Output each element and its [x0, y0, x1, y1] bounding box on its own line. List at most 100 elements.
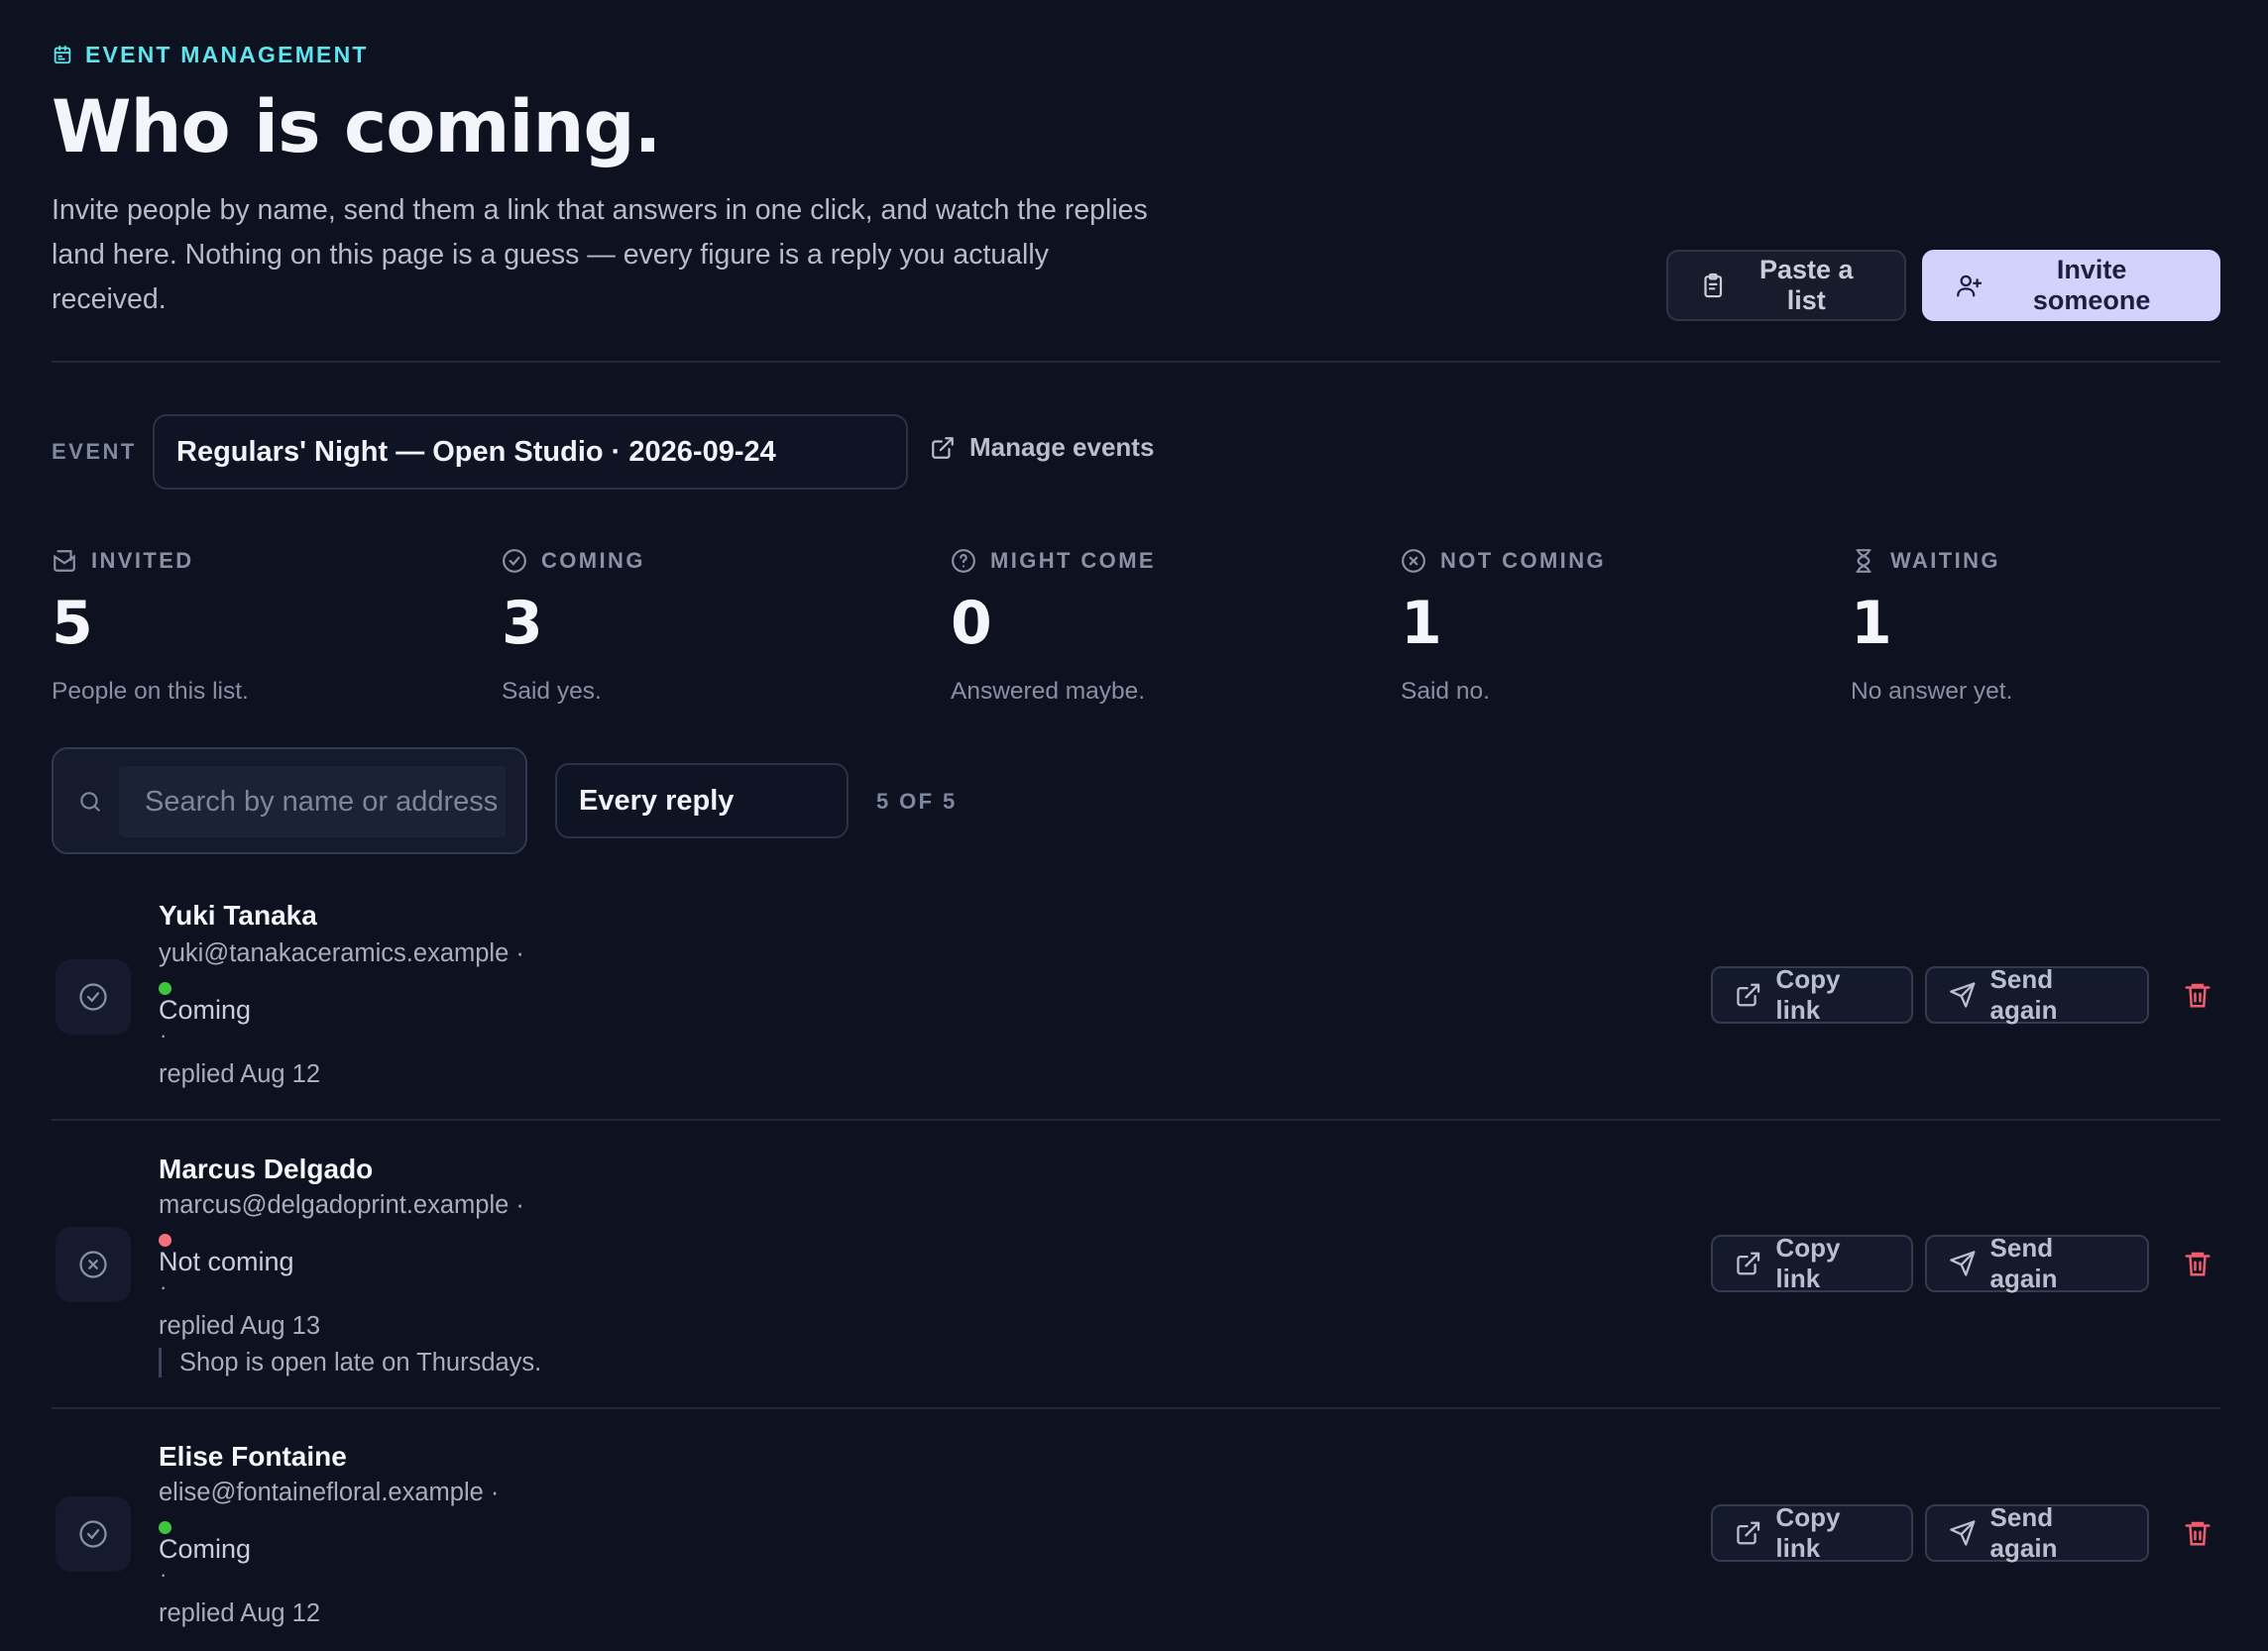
delete-guest-button[interactable] [2169, 966, 2226, 1024]
guest-row: Marcus Delgado marcus@delgadoprint.examp… [52, 1122, 2220, 1409]
delete-guest-button[interactable] [2169, 1504, 2226, 1562]
stat-caption: Said yes. [502, 678, 602, 705]
clipboard-icon [1704, 273, 1723, 298]
event-label: EVENT [52, 439, 137, 464]
row-actions: Copy link Send again [1711, 1233, 2226, 1293]
status-dot [159, 982, 171, 995]
page: EVENT MANAGEMENT Who is coming. Invite p… [52, 0, 2220, 1651]
stat-caption: People on this list. [52, 678, 249, 705]
x-circle-icon [79, 1251, 107, 1278]
guest-name: Marcus Delgado [159, 1154, 374, 1184]
stat-caption: Answered maybe. [951, 678, 1146, 705]
guest-row: Elise Fontaine elise@fontainefloral.exam… [52, 1409, 2220, 1651]
guest-replied: replied Aug 12 [159, 1599, 321, 1627]
guest-status: Not coming [159, 1247, 294, 1276]
external-link-icon [1737, 1252, 1760, 1275]
stat-caption: Said no. [1401, 678, 1490, 705]
stat-not-coming: NOT COMING 1 Said no. [1401, 543, 1817, 706]
guest-row: Yuki Tanaka yuki@tanakaceramics.example … [52, 872, 2220, 1121]
status-avatar [56, 1496, 131, 1572]
copy-link-label: Copy link [1775, 1233, 1841, 1293]
guest-email: yuki@tanakaceramics.example · [159, 939, 524, 967]
stat-label: COMING [541, 548, 645, 573]
calendar-icon [54, 45, 71, 64]
row-actions: Copy link Send again [1711, 1502, 2226, 1563]
guest-name: Yuki Tanaka [159, 900, 317, 931]
status-dot [159, 1521, 171, 1534]
stat-value: 5 [52, 589, 93, 658]
delete-guest-button[interactable] [2169, 1235, 2226, 1292]
header-divider [52, 361, 2220, 363]
copy-link-label: Copy link [1775, 964, 1841, 1025]
stat-caption: No answer yet. [1851, 678, 2013, 705]
trash-icon [2185, 1521, 2211, 1546]
status-avatar [56, 959, 131, 1035]
section-eyebrow: EVENT MANAGEMENT [52, 40, 369, 69]
manage-events-link[interactable]: Manage events [930, 432, 1154, 463]
copy-link-button[interactable]: Copy link [1711, 1233, 1913, 1293]
copy-link-button[interactable]: Copy link [1711, 1502, 1913, 1563]
stat-coming: COMING 3 Said yes. [502, 543, 918, 706]
invite-someone-label: Invite someone [2032, 255, 2151, 315]
reply-filter-select[interactable]: Every reply [555, 763, 849, 838]
external-link-icon [1737, 983, 1760, 1007]
paste-list-label: Paste a list [1758, 255, 1854, 315]
row-actions: Copy link Send again [1711, 964, 2226, 1025]
status-dot [159, 1234, 171, 1247]
send-again-button[interactable]: Send again [1925, 964, 2149, 1025]
x-circle-icon [1402, 549, 1425, 573]
hourglass-icon [1856, 549, 1871, 573]
external-link-icon [1737, 1521, 1760, 1545]
guest-status: Coming [159, 1534, 252, 1564]
guest-email: elise@fontainefloral.example · [159, 1479, 500, 1506]
guest-status: Coming [159, 995, 252, 1025]
separator-dot: · [160, 1274, 168, 1299]
guest-name: Elise Fontaine [159, 1441, 347, 1472]
stat-value: 1 [1401, 589, 1442, 658]
send-again-label: Send again [1989, 964, 2058, 1025]
external-link-icon [932, 436, 954, 459]
eyebrow-text: EVENT MANAGEMENT [85, 41, 369, 67]
stat-invited: INVITED 5 People on this list. [52, 543, 468, 706]
send-again-button[interactable]: Send again [1925, 1233, 2149, 1293]
row-divider [52, 1119, 2220, 1121]
page-description: Invite people by name, send them a link … [52, 194, 1148, 315]
guest-note: Shop is open late on Thursdays. [159, 1348, 541, 1377]
copy-link-label: Copy link [1775, 1502, 1841, 1563]
paste-list-button[interactable]: Paste a list [1666, 250, 1906, 321]
page-title: Who is coming. [52, 85, 661, 169]
separator-dot: · [160, 1023, 168, 1047]
send-icon [1950, 982, 1976, 1008]
check-circle-icon [79, 983, 107, 1011]
stat-label: WAITING [1890, 548, 2000, 573]
invite-someone-button[interactable]: Invite someone [1922, 250, 2220, 321]
search-input[interactable] [119, 766, 506, 837]
status-avatar [56, 1227, 131, 1302]
send-icon [1950, 1251, 1976, 1276]
send-again-button[interactable]: Send again [1925, 1502, 2149, 1563]
stat-label: MIGHT COME [990, 548, 1156, 573]
reply-filter-value: Every reply [579, 784, 735, 817]
guest-replied: replied Aug 13 [159, 1312, 321, 1340]
trash-icon [2185, 983, 2211, 1008]
event-select[interactable]: Regulars' Night — Open Studio · 2026-09-… [153, 414, 908, 490]
guest-replied: replied Aug 12 [159, 1060, 321, 1088]
stat-label: NOT COMING [1440, 548, 1606, 573]
trash-icon [2185, 1252, 2211, 1276]
search-icon [80, 792, 100, 812]
stat-waiting: WAITING 1 No answer yet. [1851, 543, 2267, 706]
stat-might-come: MIGHT COME 0 Answered maybe. [951, 543, 1367, 706]
event-select-value: Regulars' Night — Open Studio · 2026-09-… [176, 435, 776, 468]
stat-value: 3 [502, 589, 543, 658]
guest-email: marcus@delgadoprint.example · [159, 1191, 524, 1219]
copy-link-button[interactable]: Copy link [1711, 964, 1913, 1025]
stat-value: 1 [1851, 589, 1892, 658]
stat-value: 0 [951, 589, 992, 658]
send-again-label: Send again [1989, 1233, 2058, 1293]
send-icon [1950, 1520, 1976, 1546]
stat-label: INVITED [91, 548, 194, 573]
search-box [52, 747, 527, 854]
check-circle-icon [79, 1520, 107, 1548]
user-plus-icon [1957, 275, 1983, 297]
question-circle-icon [952, 549, 975, 573]
